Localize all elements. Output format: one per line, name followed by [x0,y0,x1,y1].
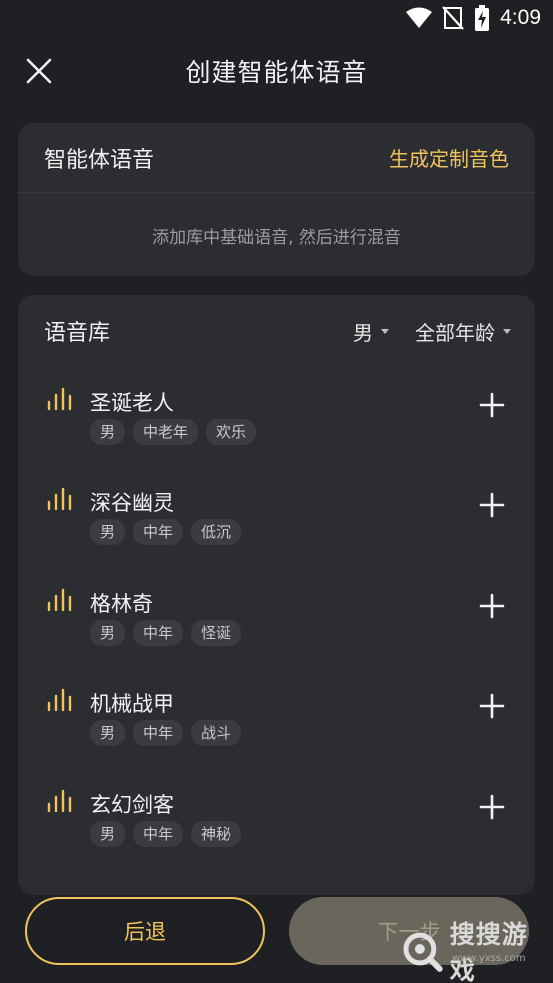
voice-tags: 男 中年 怪诞 [90,620,242,646]
audio-wave-icon [47,789,72,813]
agent-voice-title: 智能体语音 [44,147,155,173]
age-filter-label: 全部年龄 [415,320,495,345]
voice-tag: 中年 [133,620,184,646]
voice-name: 机械战甲 [90,692,174,716]
voice-item[interactable]: 格林奇 男 中年 怪诞 [18,568,535,658]
gender-filter[interactable]: 男 [353,317,389,346]
voice-tag: 怪诞 [191,620,242,646]
caret-down-icon [381,328,389,334]
audio-wave-icon [47,387,72,411]
audio-wave-icon [47,487,72,511]
caret-down-icon [503,328,511,334]
voice-item[interactable]: 深谷幽灵 男 中年 低沉 [18,467,535,557]
voice-tags: 男 中年 神秘 [90,821,242,847]
voice-tags: 男 中年 低沉 [90,519,242,545]
voice-tags: 男 中年 战斗 [90,720,242,746]
age-filter[interactable]: 全部年龄 [415,317,511,346]
page-title: 创建智能体语音 [185,58,368,87]
agent-voice-header: 智能体语音 生成定制音色 [18,123,535,193]
add-voice-button[interactable] [479,693,505,719]
voice-tag: 战斗 [191,720,242,746]
voice-tag: 神秘 [191,821,242,847]
voice-tag: 男 [90,620,126,646]
add-voice-button[interactable] [479,593,505,619]
voice-tag: 欢乐 [206,419,257,445]
no-signal-icon [442,6,464,30]
watermark: 搜搜游戏 www.yxss.com [400,915,553,983]
library-header: 语音库 男 全部年龄 [18,295,535,367]
voice-tag: 中年 [133,720,184,746]
watermark-text: 搜搜游戏 [449,920,528,983]
mix-hint: 添加库中基础语音, 然后进行混音 [152,228,401,248]
status-bar: 4:09 [0,0,553,36]
battery-charging-icon [474,5,490,31]
voice-name: 深谷幽灵 [90,491,174,515]
add-voice-button[interactable] [479,392,505,418]
add-voice-button[interactable] [479,794,505,820]
status-time: 4:09 [500,6,541,29]
watermark-url: www.yxss.com [452,953,526,964]
audio-wave-icon [47,688,72,712]
add-voice-button[interactable] [479,492,505,518]
voice-library-card: 语音库 男 全部年龄 圣诞老人 男 中老年 欢乐 深谷幽灵 男 中年 低沉 格林… [18,295,535,895]
voice-tag: 中年 [133,519,184,545]
close-icon [26,58,52,84]
header: 创建智能体语音 [0,40,553,102]
voice-tag: 男 [90,419,126,445]
voice-item[interactable]: 玄幻剑客 男 中年 神秘 [18,769,535,859]
voice-tags: 男 中老年 欢乐 [90,419,257,445]
generate-custom-voice-link[interactable]: 生成定制音色 [389,143,509,172]
wifi-icon [406,7,433,29]
voice-item[interactable]: 机械战甲 男 中年 战斗 [18,668,535,758]
voice-name: 玄幻剑客 [90,793,174,817]
voice-tag: 中老年 [133,419,199,445]
close-button[interactable] [22,54,56,88]
voice-tag: 中年 [133,821,184,847]
library-title: 语音库 [44,321,111,346]
gender-filter-label: 男 [353,320,373,345]
library-filters: 男 全部年龄 [353,317,511,346]
voice-tag: 男 [90,720,126,746]
voice-tag: 男 [90,821,126,847]
voice-name: 圣诞老人 [90,391,174,415]
agent-voice-card: 智能体语音 生成定制音色 添加库中基础语音, 然后进行混音 [18,123,535,276]
watermark-logo-icon [403,932,443,972]
voice-name: 格林奇 [90,592,153,616]
back-button[interactable]: 后退 [25,897,265,965]
voice-item[interactable]: 圣诞老人 男 中老年 欢乐 [18,367,535,457]
voice-tag: 低沉 [191,519,242,545]
voice-tag: 男 [90,519,126,545]
audio-wave-icon [47,588,72,612]
